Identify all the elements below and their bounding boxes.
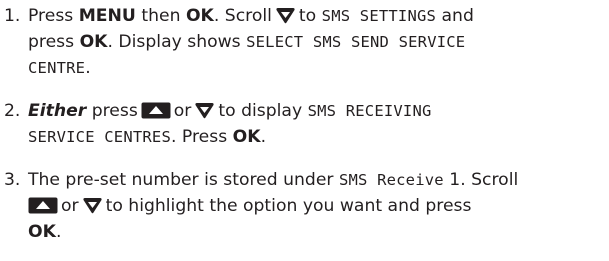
ok-key-label: OK <box>232 127 261 147</box>
text: The pre-set number is stored under <box>28 170 334 190</box>
display-text: SERVICE CENTRES <box>28 128 171 146</box>
text: . Scroll <box>213 6 272 26</box>
display-text: SMS RECEIVING <box>307 102 432 120</box>
up-button-icon <box>141 102 171 119</box>
text-line: The pre-set number is stored under SMS R… <box>28 167 604 193</box>
ok-key-label: OK <box>185 6 214 26</box>
text-line: Either press or to display SMS RECEIVING <box>28 98 604 124</box>
text: . Press <box>170 127 228 147</box>
text: to display <box>218 101 303 121</box>
text-line: SERVICE CENTRES. Press OK. <box>28 124 604 150</box>
down-button-icon <box>82 197 103 214</box>
display-text: SMS Receive <box>338 171 444 189</box>
text: press <box>91 101 138 121</box>
text-line: Press MENU then OK. Scroll to SMS SETTING… <box>28 3 604 29</box>
down-button-icon <box>275 7 296 24</box>
display-text: SELECT SMS SEND SERVICE <box>246 33 466 51</box>
text: to <box>298 6 317 26</box>
display-text: SMS SETTINGS <box>321 7 437 25</box>
down-button-icon <box>194 102 215 119</box>
text: . <box>260 127 267 147</box>
ok-key-label: OK <box>79 32 108 52</box>
text: . Display shows <box>107 32 241 52</box>
step-number: 2. <box>4 101 21 121</box>
step-number: 1. <box>4 6 21 26</box>
step-number: 3. <box>4 170 21 190</box>
ok-key-label: OK <box>28 222 56 242</box>
text: then <box>141 6 181 26</box>
text-line: press OK. Display shows SELECT SMS SEND … <box>28 29 604 55</box>
text: press <box>28 32 75 52</box>
text: . <box>85 58 91 78</box>
step-text: The pre-set number is stored under SMS R… <box>28 167 604 245</box>
text: . <box>55 222 62 242</box>
text: Press <box>28 6 74 26</box>
text-line: CENTRE. <box>28 55 604 81</box>
text-line: OK. <box>28 219 604 245</box>
text: or <box>173 101 192 121</box>
up-button-icon <box>28 197 58 214</box>
text-line: or to highlight the option you want and p… <box>28 193 604 219</box>
step-text: Either press or to display SMS RECEIVING S… <box>28 98 604 150</box>
display-text: CENTRE <box>28 59 86 77</box>
emphasis-text: Either <box>28 101 87 121</box>
text: and <box>441 6 474 26</box>
menu-key-label: MENU <box>78 6 136 26</box>
text: to highlight the option you want and pre… <box>105 196 472 216</box>
text: 1. Scroll <box>449 170 519 190</box>
text: or <box>61 196 79 216</box>
step-text: Press MENU then OK. Scroll to SMS SETTING… <box>28 3 604 81</box>
